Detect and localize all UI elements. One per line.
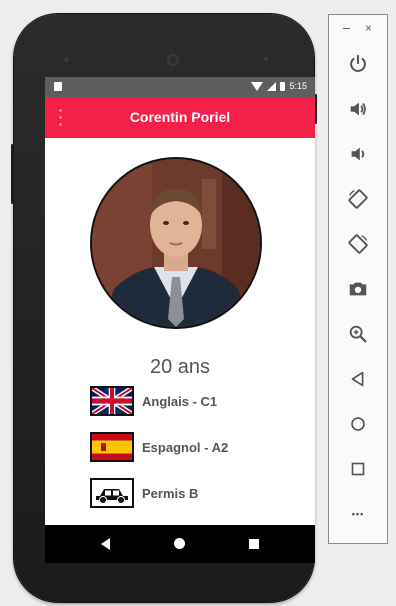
power-button[interactable] <box>343 49 373 79</box>
phone-frame: 5:15 Corentin Poriel 20 ans Anglais - C1… <box>11 14 317 602</box>
app-title: Corentin Poriel <box>129 109 231 125</box>
list-item: Espagnol - A2 <box>90 430 228 464</box>
volume-down-icon <box>351 147 365 161</box>
close-icon[interactable]: × <box>365 21 372 35</box>
overview-icon <box>351 462 365 476</box>
rotate-left-icon <box>348 189 368 209</box>
list-item: Anglais - C1 <box>90 384 217 418</box>
more-button[interactable]: ••• <box>343 499 373 529</box>
status-bar: 5:15 <box>45 77 315 97</box>
overview-button[interactable] <box>343 454 373 484</box>
minimize-icon[interactable] <box>343 28 350 29</box>
list-item: Permis B <box>90 476 198 510</box>
app-bar: Corentin Poriel <box>45 97 315 138</box>
item-label: Espagnol - A2 <box>142 439 229 455</box>
rotate-left-button[interactable] <box>343 184 373 214</box>
power-icon <box>350 54 366 72</box>
phone-sensor <box>64 57 69 62</box>
signal-icon <box>267 81 277 91</box>
device-screen: 5:15 Corentin Poriel 20 ans Anglais - C1… <box>45 77 315 563</box>
volume-down-button[interactable] <box>343 139 373 169</box>
nav-back-icon[interactable] <box>101 538 110 550</box>
item-label: Permis B <box>142 485 199 501</box>
status-time: 5:15 <box>289 81 307 91</box>
uk-flag-icon <box>90 386 134 416</box>
rotate-right-icon <box>348 234 368 254</box>
sd-card-icon <box>54 82 62 91</box>
more-icon: ••• <box>351 509 365 519</box>
nav-home-icon[interactable] <box>174 538 185 549</box>
phone-camera <box>167 54 179 66</box>
zoom-icon <box>349 325 367 343</box>
spain-flag-icon <box>90 432 134 462</box>
age-text: 20 ans <box>149 356 211 378</box>
home-icon <box>351 417 365 431</box>
nav-recent-icon[interactable] <box>249 539 259 549</box>
emulator-toolbar: × ••• <box>328 14 388 544</box>
navigation-bar <box>45 525 315 563</box>
phone-side-button <box>11 144 14 204</box>
car-icon <box>90 478 134 508</box>
screenshot-button[interactable] <box>343 274 373 304</box>
back-icon <box>351 371 364 387</box>
back-button[interactable] <box>343 364 373 394</box>
volume-up-icon <box>350 102 366 116</box>
camera-icon <box>349 282 367 296</box>
item-label: Anglais - C1 <box>142 393 218 409</box>
zoom-button[interactable] <box>343 319 373 349</box>
phone-sensor <box>264 57 268 61</box>
wifi-icon <box>251 81 264 91</box>
battery-icon <box>280 81 286 91</box>
rotate-right-button[interactable] <box>343 229 373 259</box>
volume-up-button[interactable] <box>343 94 373 124</box>
profile-photo <box>90 157 262 329</box>
home-button[interactable] <box>343 409 373 439</box>
